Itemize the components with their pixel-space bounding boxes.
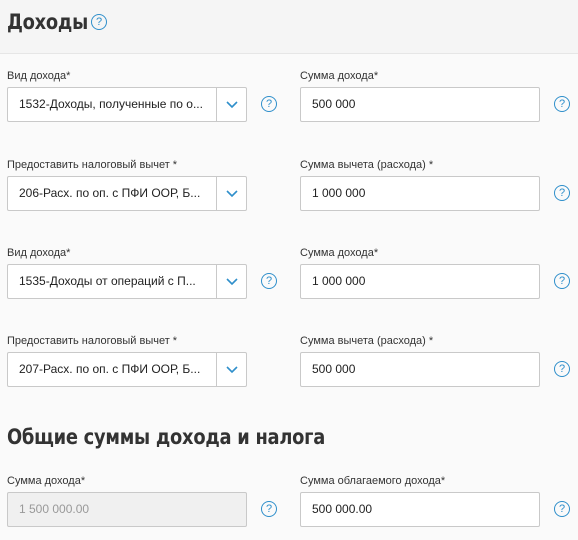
deduction-amount-input[interactable]: 1 000 000 [300, 176, 540, 211]
deduction-value: 207-Расх. по оп. с ПФИ ООР, Б... [19, 362, 201, 376]
help-icon[interactable]: ? [554, 96, 570, 112]
taxable-income-label: Сумма облагаемого дохода* [300, 475, 446, 487]
total-income-field: 1 500 000.00 [7, 492, 247, 527]
page-title: Доходы [7, 10, 88, 34]
taxable-income-input[interactable]: 500 000.00 [300, 492, 540, 527]
income-type-value: 1532-Доходы, полученные по о... [19, 97, 203, 111]
total-income-label: Сумма дохода* [7, 475, 86, 487]
income-type-label: Вид дохода* [7, 70, 71, 82]
chevron-down-icon[interactable] [216, 353, 246, 386]
income-amount-label: Сумма дохода* [300, 247, 379, 259]
help-icon[interactable]: ? [261, 273, 277, 289]
help-icon[interactable]: ? [554, 361, 570, 377]
deduction-amount-input[interactable]: 500 000 [300, 352, 540, 387]
deduction-amount-label: Сумма вычета (расхода) * [300, 335, 434, 347]
deduction-value: 206-Расх. по оп. с ПФИ ООР, Б... [19, 186, 201, 200]
help-icon[interactable]: ? [554, 273, 570, 289]
deduction-select[interactable]: 207-Расх. по оп. с ПФИ ООР, Б... [7, 352, 247, 387]
income-type-select[interactable]: 1532-Доходы, полученные по о... [7, 87, 247, 122]
totals-title: Общие суммы дохода и налога [7, 425, 326, 449]
deduction-label: Предоставить налоговый вычет * [7, 335, 178, 347]
income-amount-label: Сумма дохода* [300, 70, 379, 82]
chevron-down-icon[interactable] [216, 265, 246, 298]
income-type-select[interactable]: 1535-Доходы от операций с П... [7, 264, 247, 299]
help-icon[interactable]: ? [261, 501, 277, 517]
income-type-label: Вид дохода* [7, 247, 71, 259]
income-amount-input[interactable]: 1 000 000 [300, 264, 540, 299]
help-icon[interactable]: ? [261, 96, 277, 112]
help-icon[interactable]: ? [91, 14, 107, 30]
income-amount-input[interactable]: 500 000 [300, 87, 540, 122]
deduction-select[interactable]: 206-Расх. по оп. с ПФИ ООР, Б... [7, 176, 247, 211]
help-icon[interactable]: ? [554, 185, 570, 201]
chevron-down-icon[interactable] [216, 177, 246, 210]
income-type-value: 1535-Доходы от операций с П... [19, 274, 196, 288]
deduction-label: Предоставить налоговый вычет * [7, 159, 178, 171]
help-icon[interactable]: ? [554, 501, 570, 517]
deduction-amount-label: Сумма вычета (расхода) * [300, 159, 434, 171]
chevron-down-icon[interactable] [216, 88, 246, 121]
